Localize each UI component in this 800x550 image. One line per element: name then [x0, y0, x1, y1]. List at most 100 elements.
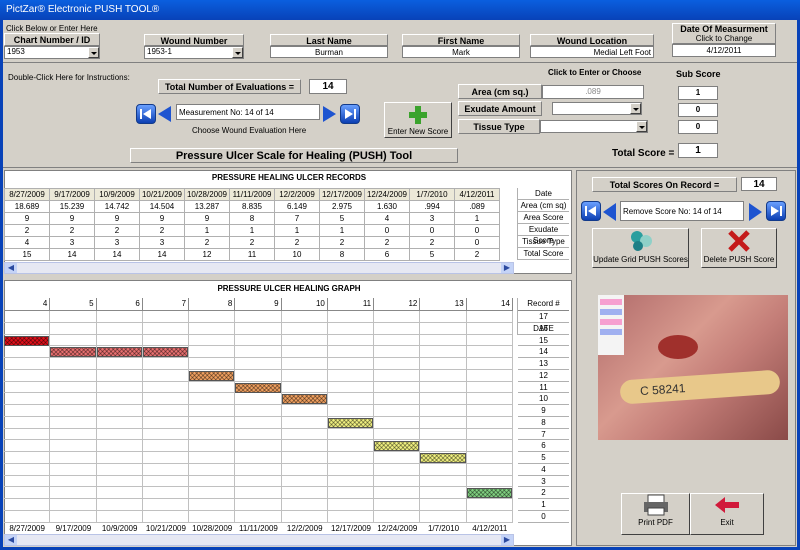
table-cell[interactable]: 14 [49, 248, 95, 261]
remove-score-field[interactable]: Remove Score No: 14 of 14 [620, 201, 744, 221]
exit-button[interactable]: Exit [690, 493, 764, 535]
table-cell[interactable]: 5 [319, 212, 365, 225]
area-field[interactable]: .089 [542, 85, 644, 99]
table-cell[interactable]: 2 [409, 236, 455, 249]
enter-new-score-button[interactable]: Enter New Score [384, 102, 452, 138]
table-cell[interactable]: 2 [364, 236, 410, 249]
next-record-button[interactable] [320, 104, 338, 124]
update-grid-button[interactable]: Update Grid PUSH Scores [592, 228, 689, 268]
table-cell[interactable]: 0 [454, 236, 500, 249]
date-field[interactable]: 4/12/2011 [672, 44, 776, 57]
table-cell[interactable]: 3 [139, 236, 185, 249]
tissue-select[interactable] [540, 120, 648, 133]
remove-last-button[interactable] [766, 201, 786, 221]
table-cell[interactable]: 11 [229, 248, 275, 261]
table-cell[interactable]: 5 [409, 248, 455, 261]
print-pdf-button[interactable]: Print PDF [621, 493, 690, 535]
table-cell[interactable]: 11/11/2009 [229, 188, 275, 201]
table-cell[interactable]: 0 [409, 224, 455, 237]
scroll-right-icon[interactable]: ▶ [501, 263, 513, 273]
table-cell[interactable]: 14.504 [139, 200, 185, 213]
table-cell[interactable]: 10/21/2009 [139, 188, 185, 201]
table-cell[interactable]: 1 [274, 224, 320, 237]
chevron-down-icon[interactable] [232, 47, 243, 58]
table-cell[interactable]: 1/7/2010 [409, 188, 455, 201]
table-cell[interactable]: 9 [49, 212, 95, 225]
wound-number-select[interactable]: 1953-1 [144, 46, 244, 59]
table-cell[interactable]: 2 [454, 248, 500, 261]
first-record-button[interactable] [136, 104, 156, 124]
table-cell[interactable]: 8.835 [229, 200, 275, 213]
table-cell[interactable]: 9 [4, 212, 50, 225]
last-name-field[interactable]: Burman [270, 46, 388, 58]
table-cell[interactable]: .994 [409, 200, 455, 213]
chart-number-select[interactable]: 1953 [4, 46, 100, 59]
table-cell[interactable]: 1 [319, 224, 365, 237]
table-cell[interactable]: 7 [274, 212, 320, 225]
table-cell[interactable]: 6.149 [274, 200, 320, 213]
delete-score-button[interactable]: Delete PUSH Score [701, 228, 777, 268]
table-cell[interactable]: 14.742 [94, 200, 140, 213]
table-cell[interactable]: 10 [274, 248, 320, 261]
table-cell[interactable]: 2 [139, 224, 185, 237]
previous-record-button[interactable] [156, 104, 174, 124]
table-cell[interactable]: 2 [94, 224, 140, 237]
table-cell[interactable]: 10/28/2009 [184, 188, 230, 201]
table-cell[interactable]: 8/27/2009 [4, 188, 50, 201]
table-cell[interactable]: 8 [229, 212, 275, 225]
chevron-down-icon[interactable] [88, 47, 99, 58]
chevron-down-icon[interactable] [630, 103, 641, 114]
measurement-field[interactable]: Measurement No: 14 of 14 [176, 104, 320, 120]
table-cell[interactable]: 9 [184, 212, 230, 225]
scroll-right-icon[interactable]: ▶ [501, 535, 513, 545]
table-cell[interactable]: 2 [274, 236, 320, 249]
instructions-link[interactable]: Double-Click Here for Instructions: [8, 73, 130, 82]
table-cell[interactable]: .089 [454, 200, 500, 213]
wound-location-field[interactable]: Medial Left Foot [530, 46, 654, 58]
table-cell[interactable]: 9/17/2009 [49, 188, 95, 201]
table-cell[interactable]: 2 [4, 224, 50, 237]
table-cell[interactable]: 15.239 [49, 200, 95, 213]
table-cell[interactable]: 12/2/2009 [274, 188, 320, 201]
chevron-down-icon[interactable] [636, 121, 647, 132]
table-cell[interactable]: 12/17/2009 [319, 188, 365, 201]
wound-photo[interactable]: C 58241 [598, 295, 788, 440]
remove-previous-button[interactable] [601, 201, 619, 221]
first-name-field[interactable]: Mark [402, 46, 520, 58]
table-cell[interactable]: 12 [184, 248, 230, 261]
table-cell[interactable]: 13.287 [184, 200, 230, 213]
records-scrollbar[interactable]: ◀ ▶ [4, 262, 514, 274]
table-cell[interactable]: 2.975 [319, 200, 365, 213]
table-cell[interactable]: 0 [364, 224, 410, 237]
table-cell[interactable]: 1 [454, 212, 500, 225]
table-cell[interactable]: 8 [319, 248, 365, 261]
table-cell[interactable]: 12/24/2009 [364, 188, 410, 201]
table-cell[interactable]: 4 [4, 236, 50, 249]
scroll-left-icon[interactable]: ◀ [5, 535, 17, 545]
scroll-left-icon[interactable]: ◀ [5, 263, 17, 273]
table-cell[interactable]: 2 [319, 236, 365, 249]
table-cell[interactable]: 1 [229, 224, 275, 237]
table-cell[interactable]: 3 [94, 236, 140, 249]
table-cell[interactable]: 3 [409, 212, 455, 225]
graph-scrollbar[interactable]: ◀ ▶ [4, 534, 514, 546]
table-cell[interactable]: 14 [94, 248, 140, 261]
remove-next-button[interactable] [746, 201, 764, 221]
exudate-select[interactable] [552, 102, 642, 115]
last-record-button[interactable] [340, 104, 360, 124]
table-cell[interactable]: 4/12/2011 [454, 188, 500, 201]
table-cell[interactable]: 9 [139, 212, 185, 225]
table-cell[interactable]: 2 [229, 236, 275, 249]
table-cell[interactable]: 6 [364, 248, 410, 261]
table-cell[interactable]: 15 [4, 248, 50, 261]
table-cell[interactable]: 1.630 [364, 200, 410, 213]
table-cell[interactable]: 0 [454, 224, 500, 237]
table-cell[interactable]: 18.689 [4, 200, 50, 213]
table-cell[interactable]: 14 [139, 248, 185, 261]
date-label[interactable]: Date Of Measurment Click to Change [672, 23, 776, 44]
table-cell[interactable]: 4 [364, 212, 410, 225]
table-cell[interactable]: 3 [49, 236, 95, 249]
table-cell[interactable]: 10/9/2009 [94, 188, 140, 201]
table-cell[interactable]: 1 [184, 224, 230, 237]
table-cell[interactable]: 2 [184, 236, 230, 249]
